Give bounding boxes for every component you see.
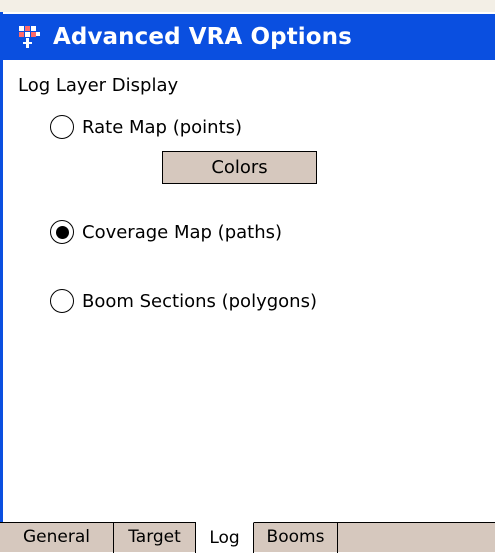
tab-booms[interactable]: Booms — [254, 521, 338, 553]
colors-button[interactable]: Colors — [162, 151, 317, 184]
rate-map-label: Rate Map (points) — [82, 116, 243, 138]
boom-sections-option[interactable]: Boom Sections (polygons) — [50, 289, 317, 313]
log-layer-display-label: Log Layer Display — [18, 75, 179, 96]
coverage-map-radio[interactable] — [50, 220, 74, 244]
rate-map-radio[interactable] — [50, 115, 74, 139]
top-strip — [0, 0, 495, 12]
tab-target[interactable]: Target — [114, 521, 196, 553]
tab-bar: General Target Log Booms — [0, 521, 495, 553]
tab-general[interactable]: General — [0, 521, 114, 553]
log-tab-panel: Log Layer Display Rate Map (points) Colo… — [3, 60, 495, 522]
coverage-map-option[interactable]: Coverage Map (paths) — [50, 220, 282, 244]
coverage-map-label: Coverage Map (paths) — [82, 221, 283, 243]
vra-app-icon — [17, 24, 43, 50]
boom-sections-label: Boom Sections (polygons) — [82, 290, 317, 312]
boom-sections-radio[interactable] — [50, 289, 74, 313]
rate-map-option[interactable]: Rate Map (points) — [50, 115, 242, 139]
window-title: Advanced VRA Options — [53, 24, 352, 50]
title-bar: Advanced VRA Options — [3, 14, 495, 60]
tab-log[interactable]: Log — [196, 521, 254, 553]
